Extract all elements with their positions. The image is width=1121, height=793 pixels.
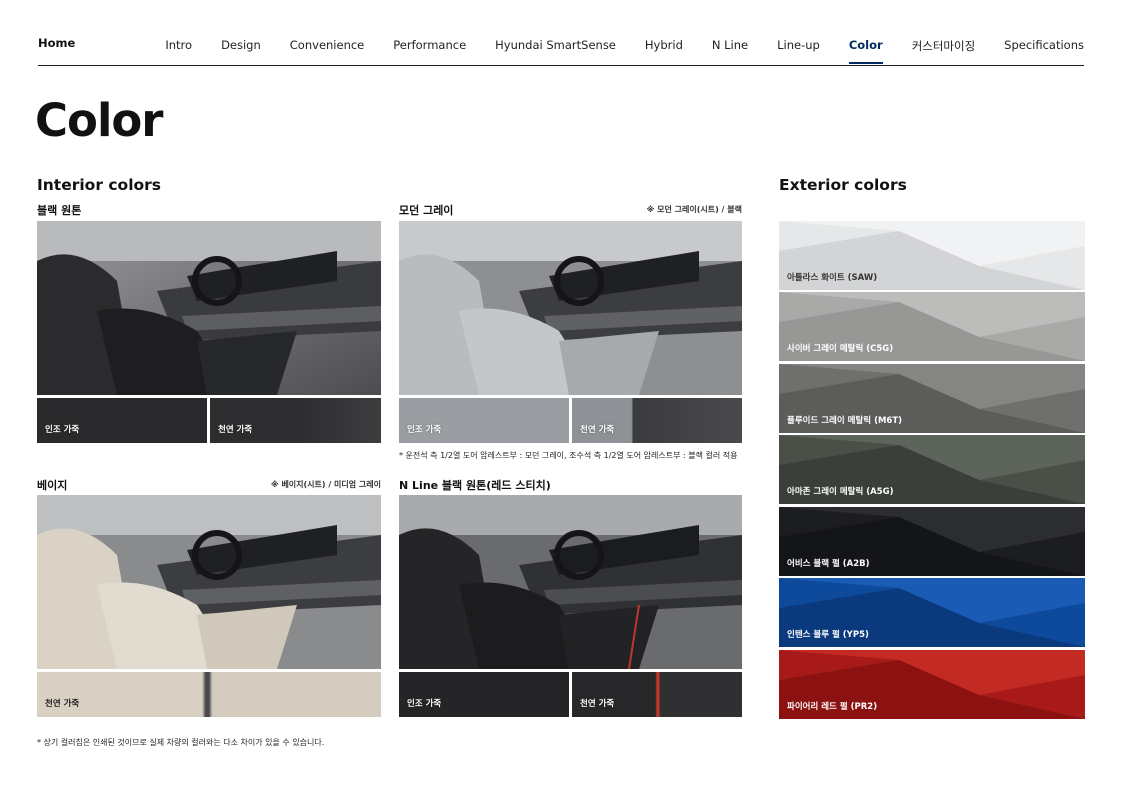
nav-home-link[interactable]: Home: [38, 36, 75, 50]
swatch-n-line-artificial-leather: 인조 가죽: [399, 672, 569, 717]
exterior-swatch-label: 인텐스 블루 펄 (YP5): [787, 630, 869, 640]
swatch-gray-natural-leather: 천연 가죽: [572, 398, 742, 443]
interior-photo-black-one-tone: [37, 221, 381, 395]
interior-colors-heading: Interior colors: [37, 176, 162, 194]
swatch-beige-natural-leather: 천연 가죽: [37, 672, 381, 717]
nav-item-performance[interactable]: Performance: [393, 38, 466, 64]
interior-name-black-one-tone: 블랙 원톤: [37, 204, 82, 217]
nav-item-customizing[interactable]: 커스터마이징: [912, 38, 975, 64]
swatch-label: 천연 가죽: [45, 699, 80, 709]
nav-item-smartsense[interactable]: Hyundai SmartSense: [495, 38, 616, 64]
page-footnote: * 상기 컬러칩은 인쇄된 것이므로 실제 차량의 컬러와는 다소 차이가 있을…: [37, 738, 325, 747]
interior-name-n-line-black: N Line 블랙 원톤(레드 스티치): [399, 479, 551, 492]
interior-note-beige: ※ 베이지(시트) / 미디엄 그레이: [270, 480, 381, 489]
swatch-gray-artificial-leather: 인조 가죽: [399, 398, 569, 443]
swatch-black-natural-leather: 천연 가죽: [210, 398, 381, 443]
interior-name-beige: 베이지: [37, 479, 68, 492]
exterior-swatch-label: 어비스 블랙 펄 (A2B): [787, 559, 870, 569]
nav-item-hybrid[interactable]: Hybrid: [645, 38, 683, 64]
exterior-swatch-cyber-gray[interactable]: 사이버 그레이 메탈릭 (C5G): [779, 292, 1085, 361]
interior-note-modern-gray: ※ 모던 그레이(시트) / 블랙: [646, 205, 742, 214]
nav-item-n-line[interactable]: N Line: [712, 38, 748, 64]
nav-item-convenience[interactable]: Convenience: [290, 38, 364, 64]
interior-photo-modern-gray: [399, 221, 742, 395]
nav-item-line-up[interactable]: Line-up: [777, 38, 820, 64]
swatch-n-line-natural-leather: 천연 가죽: [572, 672, 742, 717]
top-nav: Home Intro Design Convenience Performanc…: [38, 0, 1084, 66]
exterior-swatch-label: 사이버 그레이 메탈릭 (C5G): [787, 344, 894, 354]
swatch-label: 천연 가죽: [580, 425, 615, 435]
interior-photo-beige: [37, 495, 381, 669]
nav-item-color[interactable]: Color: [848, 38, 883, 64]
nav-menu: Intro Design Convenience Performance Hyu…: [165, 38, 1084, 64]
exterior-swatch-intense-blue[interactable]: 인텐스 블루 펄 (YP5): [779, 578, 1085, 647]
exterior-swatch-label: 아마존 그레이 메탈릭 (A5G): [787, 487, 894, 497]
nav-item-specifications[interactable]: Specifications: [1004, 38, 1084, 64]
exterior-swatch-label: 플루이드 그레이 메탈릭 (M6T): [787, 416, 903, 426]
swatch-label: 인조 가죽: [407, 425, 442, 435]
exterior-swatch-label: 파이어리 레드 펄 (PR2): [787, 702, 878, 712]
swatch-label: 인조 가죽: [45, 425, 80, 435]
exterior-swatch-atlas-white[interactable]: 아틀라스 화이트 (SAW): [779, 221, 1085, 290]
nav-item-design[interactable]: Design: [221, 38, 261, 64]
exterior-swatch-abyss-black[interactable]: 어비스 블랙 펄 (A2B): [779, 507, 1085, 576]
interior-photo-n-line-black: [399, 495, 742, 669]
interior-footnote-modern-gray: * 운전석 측 1/2열 도어 암레스트부 : 모던 그레이, 조수석 측 1/…: [399, 451, 738, 460]
swatch-black-artificial-leather: 인조 가죽: [37, 398, 207, 443]
nav-item-intro[interactable]: Intro: [165, 38, 192, 64]
page-title: Color: [35, 94, 163, 147]
exterior-swatch-fluid-gray[interactable]: 플루이드 그레이 메탈릭 (M6T): [779, 364, 1085, 433]
exterior-colors-heading: Exterior colors: [779, 176, 907, 194]
exterior-swatch-label: 아틀라스 화이트 (SAW): [787, 273, 878, 283]
swatch-label: 인조 가죽: [407, 699, 442, 709]
interior-name-modern-gray: 모던 그레이: [399, 204, 454, 217]
exterior-swatch-amazon-gray[interactable]: 아마존 그레이 메탈릭 (A5G): [779, 435, 1085, 504]
swatch-label: 천연 가죽: [580, 699, 615, 709]
swatch-label: 천연 가죽: [218, 425, 253, 435]
exterior-swatch-fiery-red[interactable]: 파이어리 레드 펄 (PR2): [779, 650, 1085, 719]
